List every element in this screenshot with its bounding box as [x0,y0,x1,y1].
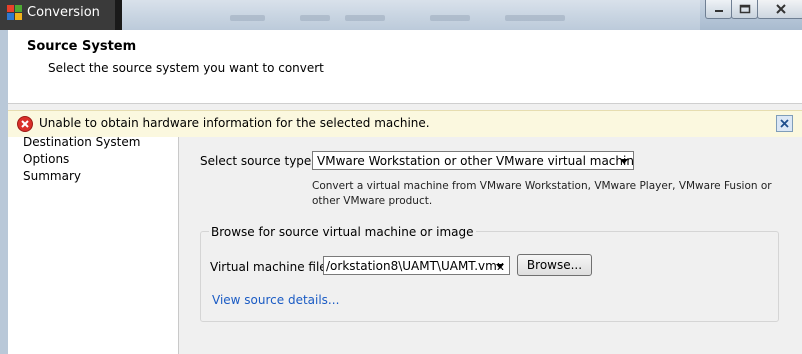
nav-item-options[interactable]: Options [23,152,69,166]
page-subtitle: Select the source system you want to con… [48,61,324,75]
window-left-border [0,30,8,354]
browse-source-group: Browse for source virtual machine or ima… [200,225,779,322]
source-type-label: Select source type: [200,154,316,168]
error-icon [17,116,33,132]
close-icon [780,119,789,128]
nav-item-summary[interactable]: Summary [23,169,81,183]
error-message: Unable to obtain hardware information fo… [39,116,430,130]
background-ghost-text [505,15,565,21]
maximize-icon [739,4,750,14]
converter-app-icon [7,5,22,20]
source-type-select[interactable]: VMware Workstation or other VMware virtu… [312,151,634,170]
background-ghost-text [300,15,330,21]
browse-group-title: Browse for source virtual machine or ima… [209,225,476,239]
main-content: Select source type: VMware Workstation o… [179,137,802,354]
window-titlebar[interactable]: Conversion [0,0,802,30]
window-title: Conversion [27,5,100,20]
close-window-button[interactable] [757,0,802,19]
background-ghost-text [230,15,265,21]
wizard-steps-nav: Destination System Options Summary [8,135,179,354]
error-banner: Unable to obtain hardware information fo… [8,110,802,138]
background-window-band [120,0,700,30]
dismiss-error-button[interactable] [776,115,793,132]
minimize-button[interactable] [705,0,732,19]
nav-item-destination-system[interactable]: Destination System [23,135,140,149]
vm-file-combobox[interactable]: /orkstation8\UAMT\UAMT.vmx [323,256,510,275]
view-source-details-link[interactable]: View source details... [212,293,339,307]
chevron-down-icon [496,264,504,269]
background-ghost-text [430,15,470,21]
browse-button[interactable]: Browse... [517,254,592,276]
vm-file-label: Virtual machine file: [210,260,331,274]
source-type-value: VMware Workstation or other VMware virtu… [317,154,634,168]
chevron-down-icon [620,159,628,164]
close-icon [775,4,786,14]
wizard-header: Source System Select the source system y… [8,30,802,104]
minimize-icon [714,10,723,12]
background-ghost-text [345,15,385,21]
vm-file-value: /orkstation8\UAMT\UAMT.vmx [326,259,504,273]
source-type-description: Convert a virtual machine from VMware Wo… [312,180,772,207]
maximize-button[interactable] [731,0,758,19]
page-title: Source System [27,39,137,54]
